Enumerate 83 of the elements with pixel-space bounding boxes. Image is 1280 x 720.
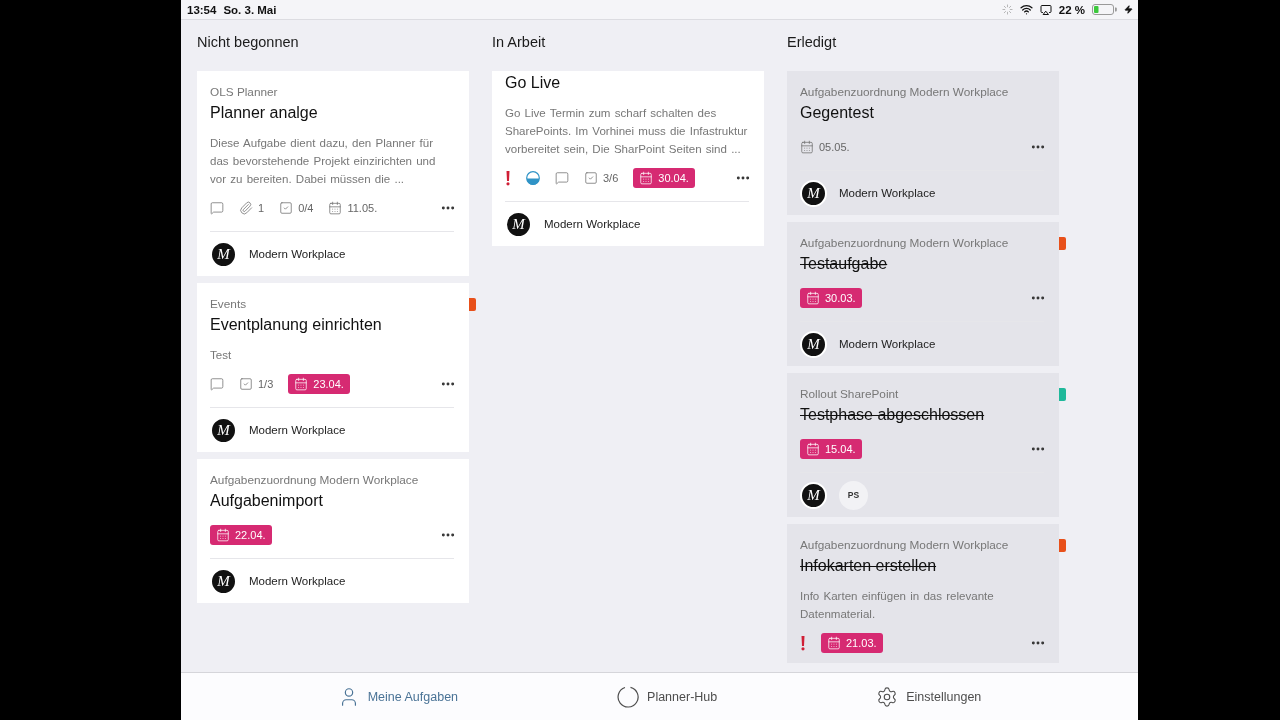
- battery-percent: 22 %: [1058, 3, 1085, 16]
- bucket-label: Rollout SharePoint: [800, 386, 900, 403]
- task-card[interactable]: OLS Planner Planner analge Diese Aufgabe dient dazu, den Planner für das bevorstehende Projekt einzirichten und vor zu bereiten. Dabei müssen die ... 1 0/4 11.05. M Modern Workplace: [197, 71, 469, 276]
- comment-icon: [555, 171, 569, 185]
- due-date: 30.04.: [658, 172, 689, 184]
- column-title: In Arbeit: [492, 33, 547, 52]
- calendar-icon: [827, 636, 841, 650]
- task-card[interactable]: Aufgabenzuordnung Modern Workplace Aufgabenimport 22.04. M Modern Workplace: [197, 459, 469, 603]
- comment-icon: [210, 377, 224, 391]
- bucket-label: Aufgabenzuordnung Modern Workplace: [800, 235, 1010, 252]
- checklist-icon: [279, 201, 294, 215]
- calendar-icon: [806, 442, 820, 456]
- logo-avatar: M: [505, 210, 532, 238]
- assignee-name: Modern Workplace: [839, 187, 936, 199]
- tab-bar-item[interactable]: Planner-Hub: [617, 685, 718, 708]
- charging-bolt-icon: [1124, 5, 1133, 14]
- logo-avatar: M: [210, 240, 237, 268]
- bucket-label: Events: [210, 296, 248, 313]
- screen-mirroring-icon: [1039, 3, 1052, 16]
- tab-bar-item[interactable]: Einstellungen: [876, 685, 982, 708]
- task-title: Infokarten erstellen: [800, 556, 938, 576]
- due-date: 21.03.: [846, 637, 877, 649]
- calendar-icon: [216, 528, 230, 542]
- checklist-count: 1/3: [258, 378, 274, 390]
- logo-avatar: M: [800, 481, 827, 509]
- paperclip-icon: [239, 201, 253, 215]
- logo-avatar: M: [800, 179, 827, 207]
- task-title: Testphase abgeschlossen: [800, 405, 986, 425]
- due-date: 15.04.: [825, 443, 856, 455]
- task-title: Testaufgabe: [800, 254, 889, 274]
- activity-spinner-icon: [1001, 4, 1013, 15]
- task-title: Planner analge: [210, 103, 319, 123]
- assignee-name: Modern Workplace: [249, 248, 346, 260]
- task-card[interactable]: Go Live Go Live Termin zum scharf schalten des SharePoints. Im Vorhinei muss die Infastruktur vorbereitet sein, Die SharPoint Seiten sind ... 3/6 30.04. M Modern Workplace: [492, 71, 764, 246]
- task-description: Test: [210, 348, 233, 363]
- checklist-count: 0/4: [298, 202, 314, 214]
- assignee-name: Modern Workplace: [249, 424, 346, 436]
- assignee-name: Modern Workplace: [544, 218, 641, 230]
- due-date: 22.04.: [235, 529, 266, 541]
- exclamation-icon: [505, 170, 511, 186]
- column-title: Nicht begonnen: [197, 33, 300, 52]
- assignee-name: Modern Workplace: [249, 575, 346, 587]
- logo-avatar: M: [210, 416, 237, 444]
- due-date: 30.03.: [825, 292, 856, 304]
- due-date: 23.04.: [313, 378, 344, 390]
- bucket-label: Aufgabenzuordnung Modern Workplace: [800, 537, 1010, 554]
- wifi-icon: [1019, 3, 1033, 16]
- task-title: Gegentest: [800, 103, 875, 123]
- calendar-icon: [639, 171, 654, 185]
- settings-icon: [876, 685, 899, 708]
- calendar-icon: [294, 377, 309, 391]
- half-circle-icon: [526, 171, 540, 185]
- status-date: So. 3. Mai: [223, 3, 277, 16]
- comment-icon: [210, 201, 224, 215]
- logo-avatar: M: [210, 567, 237, 595]
- bucket-label: Aufgabenzuordnung Modern Workplace: [800, 84, 1010, 101]
- task-title: Aufgabenimport: [210, 491, 324, 511]
- bucket-label: Aufgabenzuordnung Modern Workplace: [210, 472, 420, 489]
- task-title: Eventplanung einrichten: [210, 315, 383, 335]
- task-title: Go Live: [505, 73, 562, 93]
- assignee-name: Modern Workplace: [839, 338, 936, 350]
- tab-bar-item[interactable]: Meine Aufgaben: [337, 685, 459, 708]
- due-date: 11.05.: [347, 202, 378, 214]
- status-time: 13:54: [187, 3, 217, 16]
- task-card[interactable]: Aufgabenzuordnung Modern Workplace Gegentest 05.05. M Modern Workplace: [787, 71, 1059, 215]
- battery-icon: [1092, 4, 1117, 15]
- task-description: Info Karten einfügen in das relevante Datenmaterial.: [800, 589, 995, 622]
- attachment-count: 1: [258, 202, 265, 214]
- calendar-icon: [806, 291, 820, 305]
- calendar-icon: [800, 140, 814, 154]
- checklist-count: 3/6: [603, 172, 619, 184]
- logo-avatar: M: [800, 330, 827, 358]
- checklist-icon: [239, 377, 253, 391]
- calendar-icon: [328, 201, 343, 215]
- task-description: Diese Aufgabe dient dazu, den Planner für das bevorstehende Projekt einzirichten und vor zu bereiten. Dabei müssen die ...: [210, 136, 437, 187]
- column-title: Erledigt: [787, 33, 838, 52]
- bucket-label: OLS Planner: [210, 84, 279, 101]
- task-description: Go Live Termin zum scharf schalten des SharePoints. Im Vorhinei muss die Infastruktur vorbereitet sein, Die SharPoint Seiten sind ...: [505, 106, 749, 157]
- ring-icon: [617, 685, 640, 708]
- due-date: 05.05.: [819, 141, 850, 153]
- initials-avatar: PS: [839, 480, 868, 510]
- exclamation-icon: [800, 635, 806, 651]
- checklist-icon: [584, 171, 598, 185]
